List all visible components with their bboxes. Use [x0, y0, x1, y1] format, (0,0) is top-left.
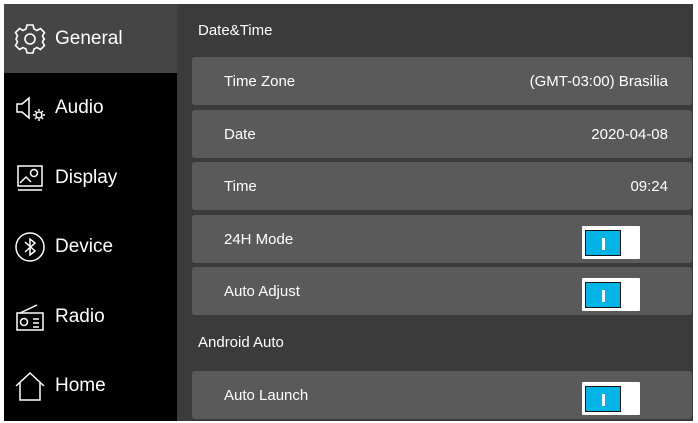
radio-icon	[12, 299, 48, 335]
row-24h-mode: 24H Mode	[192, 215, 692, 263]
row-date[interactable]: Date 2020-04-08	[192, 110, 692, 158]
bluetooth-icon	[12, 229, 48, 265]
section-title-android-auto: Android Auto	[198, 334, 284, 351]
speaker-settings-icon	[12, 90, 48, 126]
sidebar-item-label: Display	[55, 166, 118, 188]
settings-panel: Date&Time Time Zone (GMT-03:00) Brasilia…	[177, 4, 693, 421]
row-label: Auto Adjust	[224, 282, 300, 300]
row-time[interactable]: Time 09:24	[192, 162, 692, 210]
row-label: Time Zone	[224, 72, 296, 90]
row-value: 2020-04-08	[591, 125, 668, 143]
home-icon	[12, 368, 48, 404]
section-title-datetime: Date&Time	[198, 22, 273, 39]
row-label: Date	[224, 125, 256, 143]
row-auto-launch: Auto Launch	[192, 371, 692, 419]
settings-screen: General Audio Display Device Radio Home …	[4, 4, 693, 421]
sidebar-item-general[interactable]: General	[4, 4, 177, 73]
sidebar: General Audio Display Device Radio Home	[4, 4, 177, 421]
row-auto-adjust: Auto Adjust	[192, 267, 692, 315]
toggle-24h-mode[interactable]	[582, 226, 640, 259]
sidebar-item-display[interactable]: Display	[4, 143, 177, 212]
sidebar-item-label: Home	[55, 374, 106, 396]
row-value: 09:24	[630, 177, 668, 195]
gear-icon	[12, 21, 48, 57]
display-icon	[12, 160, 48, 196]
sidebar-item-label: Audio	[55, 96, 104, 118]
row-label: Auto Launch	[224, 386, 309, 404]
toggle-auto-adjust[interactable]	[582, 278, 640, 311]
sidebar-item-radio[interactable]: Radio	[4, 282, 177, 351]
row-time-zone[interactable]: Time Zone (GMT-03:00) Brasilia	[192, 57, 692, 105]
toggle-auto-launch[interactable]	[582, 382, 640, 415]
sidebar-item-device[interactable]: Device	[4, 212, 177, 281]
row-label: 24H Mode	[224, 230, 294, 248]
sidebar-item-home[interactable]: Home	[4, 351, 177, 420]
sidebar-item-audio[interactable]: Audio	[4, 73, 177, 142]
sidebar-item-label: General	[55, 27, 123, 49]
sidebar-item-label: Device	[55, 235, 114, 257]
sidebar-item-label: Radio	[55, 305, 105, 327]
row-value: (GMT-03:00) Brasilia	[529, 72, 668, 90]
row-label: Time	[224, 177, 257, 195]
